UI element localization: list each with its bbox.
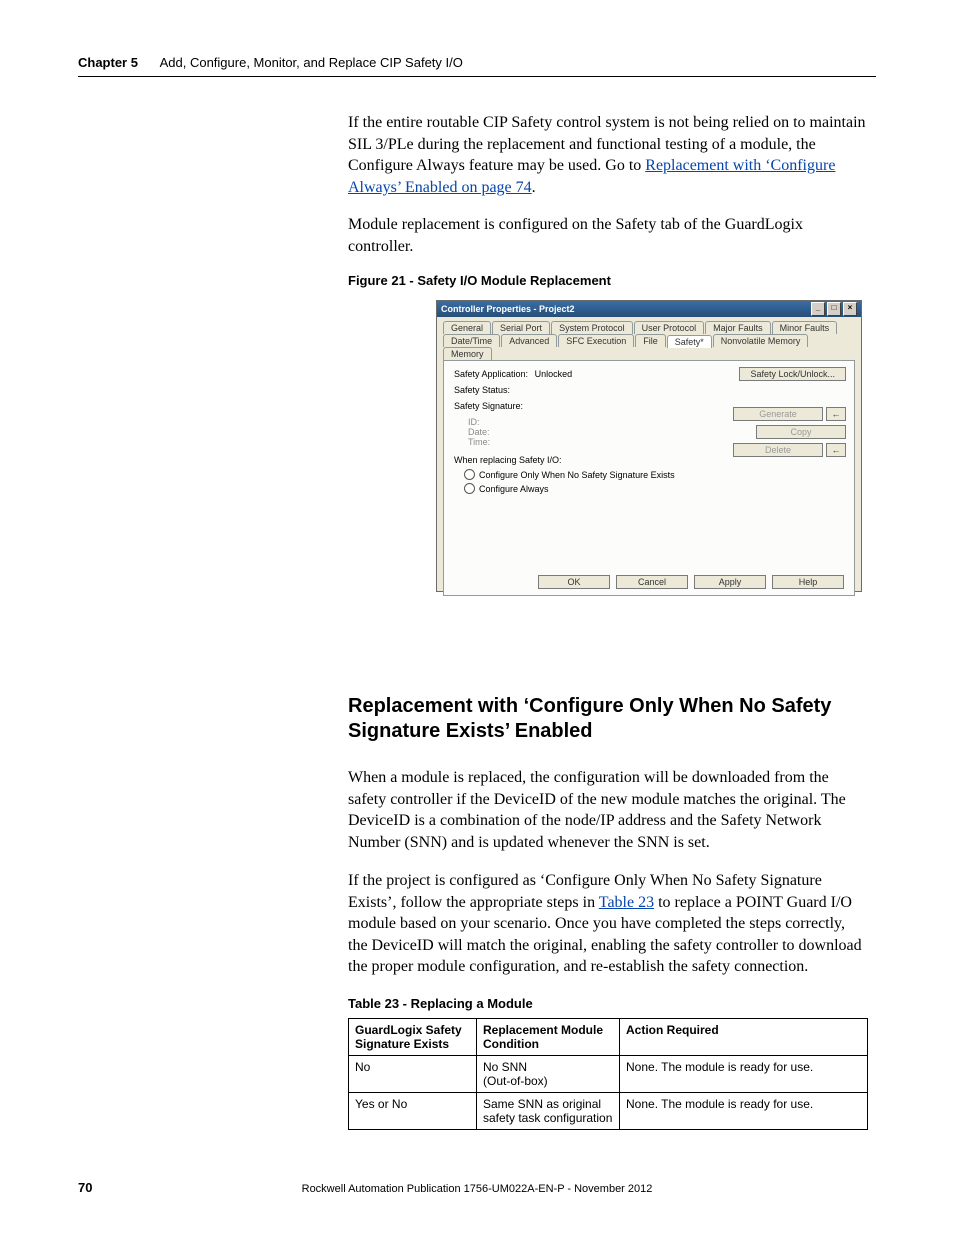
controller-properties-dialog: Controller Properties - Project2 _ □ × G…	[436, 300, 862, 592]
dialog-title-text: Controller Properties - Project2	[441, 301, 575, 317]
table-23-caption: Table 23 - Replacing a Module	[348, 996, 533, 1011]
minimize-icon[interactable]: _	[811, 302, 825, 316]
publication-id: Rockwell Automation Publication 1756-UM0…	[0, 1183, 954, 1195]
page-header: Chapter 5 Add, Configure, Monitor, and R…	[78, 55, 876, 77]
cell-sig-2: Yes or No	[349, 1093, 477, 1130]
tab-row-1: General Serial Port System Protocol User…	[437, 317, 861, 334]
tab-row-2: Date/Time Advanced SFC Execution File Sa…	[437, 334, 861, 360]
generate-button[interactable]: Generate	[733, 407, 823, 421]
radio-configure-only[interactable]: Configure Only When No Safety Signature …	[464, 469, 844, 480]
tab-advanced[interactable]: Advanced	[501, 334, 557, 347]
para-body-3: When a module is replaced, the configura…	[348, 767, 868, 853]
close-icon[interactable]: ×	[843, 302, 857, 316]
tab-serial-port[interactable]: Serial Port	[492, 321, 550, 334]
generate-arrow-button[interactable]: ←	[826, 407, 846, 421]
table-row: No No SNN (Out-of-box) None. The module …	[349, 1056, 868, 1093]
link-table-23[interactable]: Table 23	[599, 894, 654, 911]
cell-action-2: None. The module is ready for use.	[620, 1093, 868, 1130]
th-signature-exists: GuardLogix Safety Signature Exists	[349, 1019, 477, 1056]
delete-button[interactable]: Delete	[733, 443, 823, 457]
tab-nonvolatile-memory[interactable]: Nonvolatile Memory	[713, 334, 809, 347]
safety-application-value: Unlocked	[535, 369, 573, 379]
table-23: GuardLogix Safety Signature Exists Repla…	[348, 1018, 868, 1130]
section-heading-configure-only: Replacement with ‘Configure Only When No…	[348, 694, 868, 744]
apply-button[interactable]: Apply	[694, 575, 766, 589]
dialog-titlebar: Controller Properties - Project2 _ □ ×	[437, 301, 861, 317]
th-module-condition: Replacement Module Condition	[477, 1019, 620, 1056]
safety-lock-unlock-button[interactable]: Safety Lock/Unlock...	[739, 367, 846, 381]
chapter-title: Add, Configure, Monitor, and Replace CIP…	[160, 55, 463, 70]
cell-cond-2: Same SNN as original safety task configu…	[477, 1093, 620, 1130]
delete-arrow-button[interactable]: ←	[826, 443, 846, 457]
tab-file[interactable]: File	[635, 334, 666, 347]
cell-sig-1: No	[349, 1056, 477, 1093]
tab-general[interactable]: General	[443, 321, 491, 334]
para-intro-2: Module replacement is configured on the …	[348, 214, 868, 257]
tab-major-faults[interactable]: Major Faults	[705, 321, 771, 334]
tab-safety[interactable]: Safety*	[667, 335, 712, 348]
th-action-required: Action Required	[620, 1019, 868, 1056]
para-body-4: If the project is configured as ‘Configu…	[348, 870, 868, 978]
para-intro-1: If the entire routable CIP Safety contro…	[348, 112, 868, 198]
help-button[interactable]: Help	[772, 575, 844, 589]
radio-configure-always[interactable]: Configure Always	[464, 483, 844, 494]
tab-date-time[interactable]: Date/Time	[443, 334, 500, 347]
tab-minor-faults[interactable]: Minor Faults	[772, 321, 838, 334]
radio-icon	[464, 483, 475, 494]
maximize-icon[interactable]: □	[827, 302, 841, 316]
chapter-label: Chapter 5	[78, 55, 138, 70]
cell-action-1: None. The module is ready for use.	[620, 1056, 868, 1093]
copy-button[interactable]: Copy	[756, 425, 846, 439]
tab-user-protocol[interactable]: User Protocol	[634, 321, 705, 334]
figure-21-caption: Figure 21 - Safety I/O Module Replacemen…	[348, 273, 611, 288]
table-row: Yes or No Same SNN as original safety ta…	[349, 1093, 868, 1130]
ok-button[interactable]: OK	[538, 575, 610, 589]
tab-system-protocol[interactable]: System Protocol	[551, 321, 633, 334]
cancel-button[interactable]: Cancel	[616, 575, 688, 589]
safety-tab-body: Safety Application: Unlocked Safety Stat…	[443, 360, 855, 596]
radio-opt1-label: Configure Only When No Safety Signature …	[479, 470, 675, 480]
tab-sfc-execution[interactable]: SFC Execution	[558, 334, 634, 347]
cell-cond-1: No SNN (Out-of-box)	[477, 1056, 620, 1093]
radio-icon	[464, 469, 475, 480]
p1-text-b: .	[532, 179, 536, 196]
safety-application-label: Safety Application:	[454, 369, 528, 379]
radio-opt2-label: Configure Always	[479, 484, 549, 494]
tab-memory[interactable]: Memory	[443, 347, 492, 360]
